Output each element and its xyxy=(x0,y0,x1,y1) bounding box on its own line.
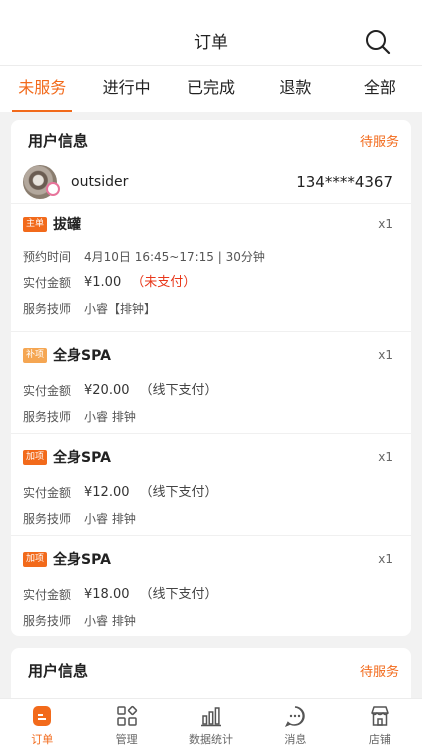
nav-store[interactable]: 店铺 xyxy=(338,699,422,750)
order-item: 加项 全身SPA x1 实付金额 ¥18.00 （线下支付） 服务技师 小睿 排… xyxy=(11,536,411,636)
technician-row: 服务技师 小睿 排钟 xyxy=(23,608,411,634)
item-name: 拔罐 xyxy=(53,217,82,233)
item-type-badge: 补项 xyxy=(23,347,48,363)
payment-note: （线下支付） xyxy=(139,485,218,500)
tech-label: 服务技师 xyxy=(23,410,72,424)
nav-label: 数据统计 xyxy=(189,733,234,746)
amount-row: 实付金额 ¥1.00 （未支付） xyxy=(23,270,411,296)
page-title: 订单 xyxy=(194,33,228,53)
order-item: 主单 拔罐 x1 预约时间 4月10日 16:45~17:15 | 30分钟 实… xyxy=(11,204,411,332)
user-info-heading: 用户信息 xyxy=(28,661,89,680)
status-badge: 待服务 xyxy=(359,664,399,680)
status-tabs: 未服务 进行中 已完成 退款 全部 xyxy=(0,66,422,112)
tech-label: 服务技师 xyxy=(23,302,72,316)
payment-note: （未支付） xyxy=(131,275,197,290)
tech-value: 小睿 排钟 xyxy=(84,410,136,424)
payment-note: （线下支付） xyxy=(139,587,218,602)
order-item: 加项 全身SPA x1 实付金额 ¥12.00 （线下支付） 服务技师 小睿 排… xyxy=(11,434,411,536)
amount-label: 实付金额 xyxy=(23,384,72,398)
avatar xyxy=(23,164,60,199)
search-icon[interactable] xyxy=(364,28,392,56)
appointment-time-row: 预约时间 4月10日 16:45~17:15 | 30分钟 xyxy=(23,244,411,270)
amount-row: 实付金额 ¥18.00 （线下支付） xyxy=(23,582,411,608)
tab-completed[interactable]: 已完成 xyxy=(169,66,253,112)
item-qty: x1 xyxy=(378,217,393,231)
store-icon xyxy=(371,706,389,726)
item-name: 全身SPA xyxy=(53,450,111,466)
user-name: outsider xyxy=(71,173,129,190)
nav-statistics[interactable]: 数据统计 xyxy=(169,699,253,750)
amount-label: 实付金额 xyxy=(23,486,72,500)
nav-messages[interactable]: 消息 xyxy=(253,699,337,750)
amount-value: ¥12.00 xyxy=(84,485,130,500)
tech-label: 服务技师 xyxy=(23,512,72,526)
item-qty: x1 xyxy=(378,348,393,362)
payment-note: （线下支付） xyxy=(139,383,218,398)
order-card-header: 用户信息 待服务 xyxy=(11,120,411,160)
tab-pending[interactable]: 未服务 xyxy=(0,66,84,112)
nav-manage[interactable]: 管理 xyxy=(84,699,168,750)
time-label: 预约时间 xyxy=(23,250,72,264)
nav-label: 消息 xyxy=(284,733,307,746)
technician-row: 服务技师 小睿 排钟 xyxy=(23,404,411,430)
order-card[interactable]: 用户信息 待服务 outsider 134****4367 主单 拔罐 x1 预… xyxy=(11,120,411,636)
tab-refund[interactable]: 退款 xyxy=(253,66,337,112)
item-qty: x1 xyxy=(378,450,393,464)
nav-label: 管理 xyxy=(115,733,138,746)
amount-label: 实付金额 xyxy=(23,588,72,602)
tech-value: 小睿 排钟 xyxy=(84,512,136,526)
nav-orders[interactable]: 订单 xyxy=(0,699,84,750)
grid-icon xyxy=(116,705,137,726)
chat-icon xyxy=(285,706,306,727)
item-type-badge: 加项 xyxy=(23,551,48,567)
amount-row: 实付金额 ¥20.00 （线下支付） xyxy=(23,378,411,404)
item-qty: x1 xyxy=(378,552,393,566)
technician-row: 服务技师 小睿 排钟 xyxy=(23,506,411,532)
nav-label: 订单 xyxy=(31,733,54,746)
tab-all[interactable]: 全部 xyxy=(338,66,422,112)
user-phone[interactable]: 134****4367 xyxy=(296,173,393,191)
chart-icon xyxy=(201,707,222,727)
nav-label: 店铺 xyxy=(368,733,391,746)
order-icon xyxy=(33,706,52,726)
technician-row: 服务技师 小睿【排钟】 xyxy=(23,296,411,322)
amount-value: ¥1.00 xyxy=(84,275,122,290)
amount-row: 实付金额 ¥12.00 （线下支付） xyxy=(23,480,411,506)
item-type-badge: 主单 xyxy=(23,216,48,232)
tech-label: 服务技师 xyxy=(23,614,72,628)
bottom-nav: 订单 管理 数据统计 消息 店铺 xyxy=(0,698,422,750)
top-bar: 订单 xyxy=(0,0,422,66)
amount-value: ¥18.00 xyxy=(84,587,130,602)
order-card-header: 用户信息 待服务 xyxy=(11,648,411,692)
item-name: 全身SPA xyxy=(53,348,111,364)
tech-value: 小睿【排钟】 xyxy=(84,302,157,316)
amount-label: 实付金额 xyxy=(23,276,72,290)
item-type-badge: 加项 xyxy=(23,449,48,465)
order-item: 补项 全身SPA x1 实付金额 ¥20.00 （线下支付） 服务技师 小睿 排… xyxy=(11,332,411,434)
tab-in-progress[interactable]: 进行中 xyxy=(84,66,168,112)
status-badge: 待服务 xyxy=(359,134,399,150)
tech-value: 小睿 排钟 xyxy=(84,614,136,628)
amount-value: ¥20.00 xyxy=(84,383,130,398)
user-info-heading: 用户信息 xyxy=(28,131,89,150)
item-name: 全身SPA xyxy=(53,552,111,568)
time-value: 4月10日 16:45~17:15 | 30分钟 xyxy=(84,250,265,264)
user-row: outsider 134****4367 xyxy=(11,160,411,204)
